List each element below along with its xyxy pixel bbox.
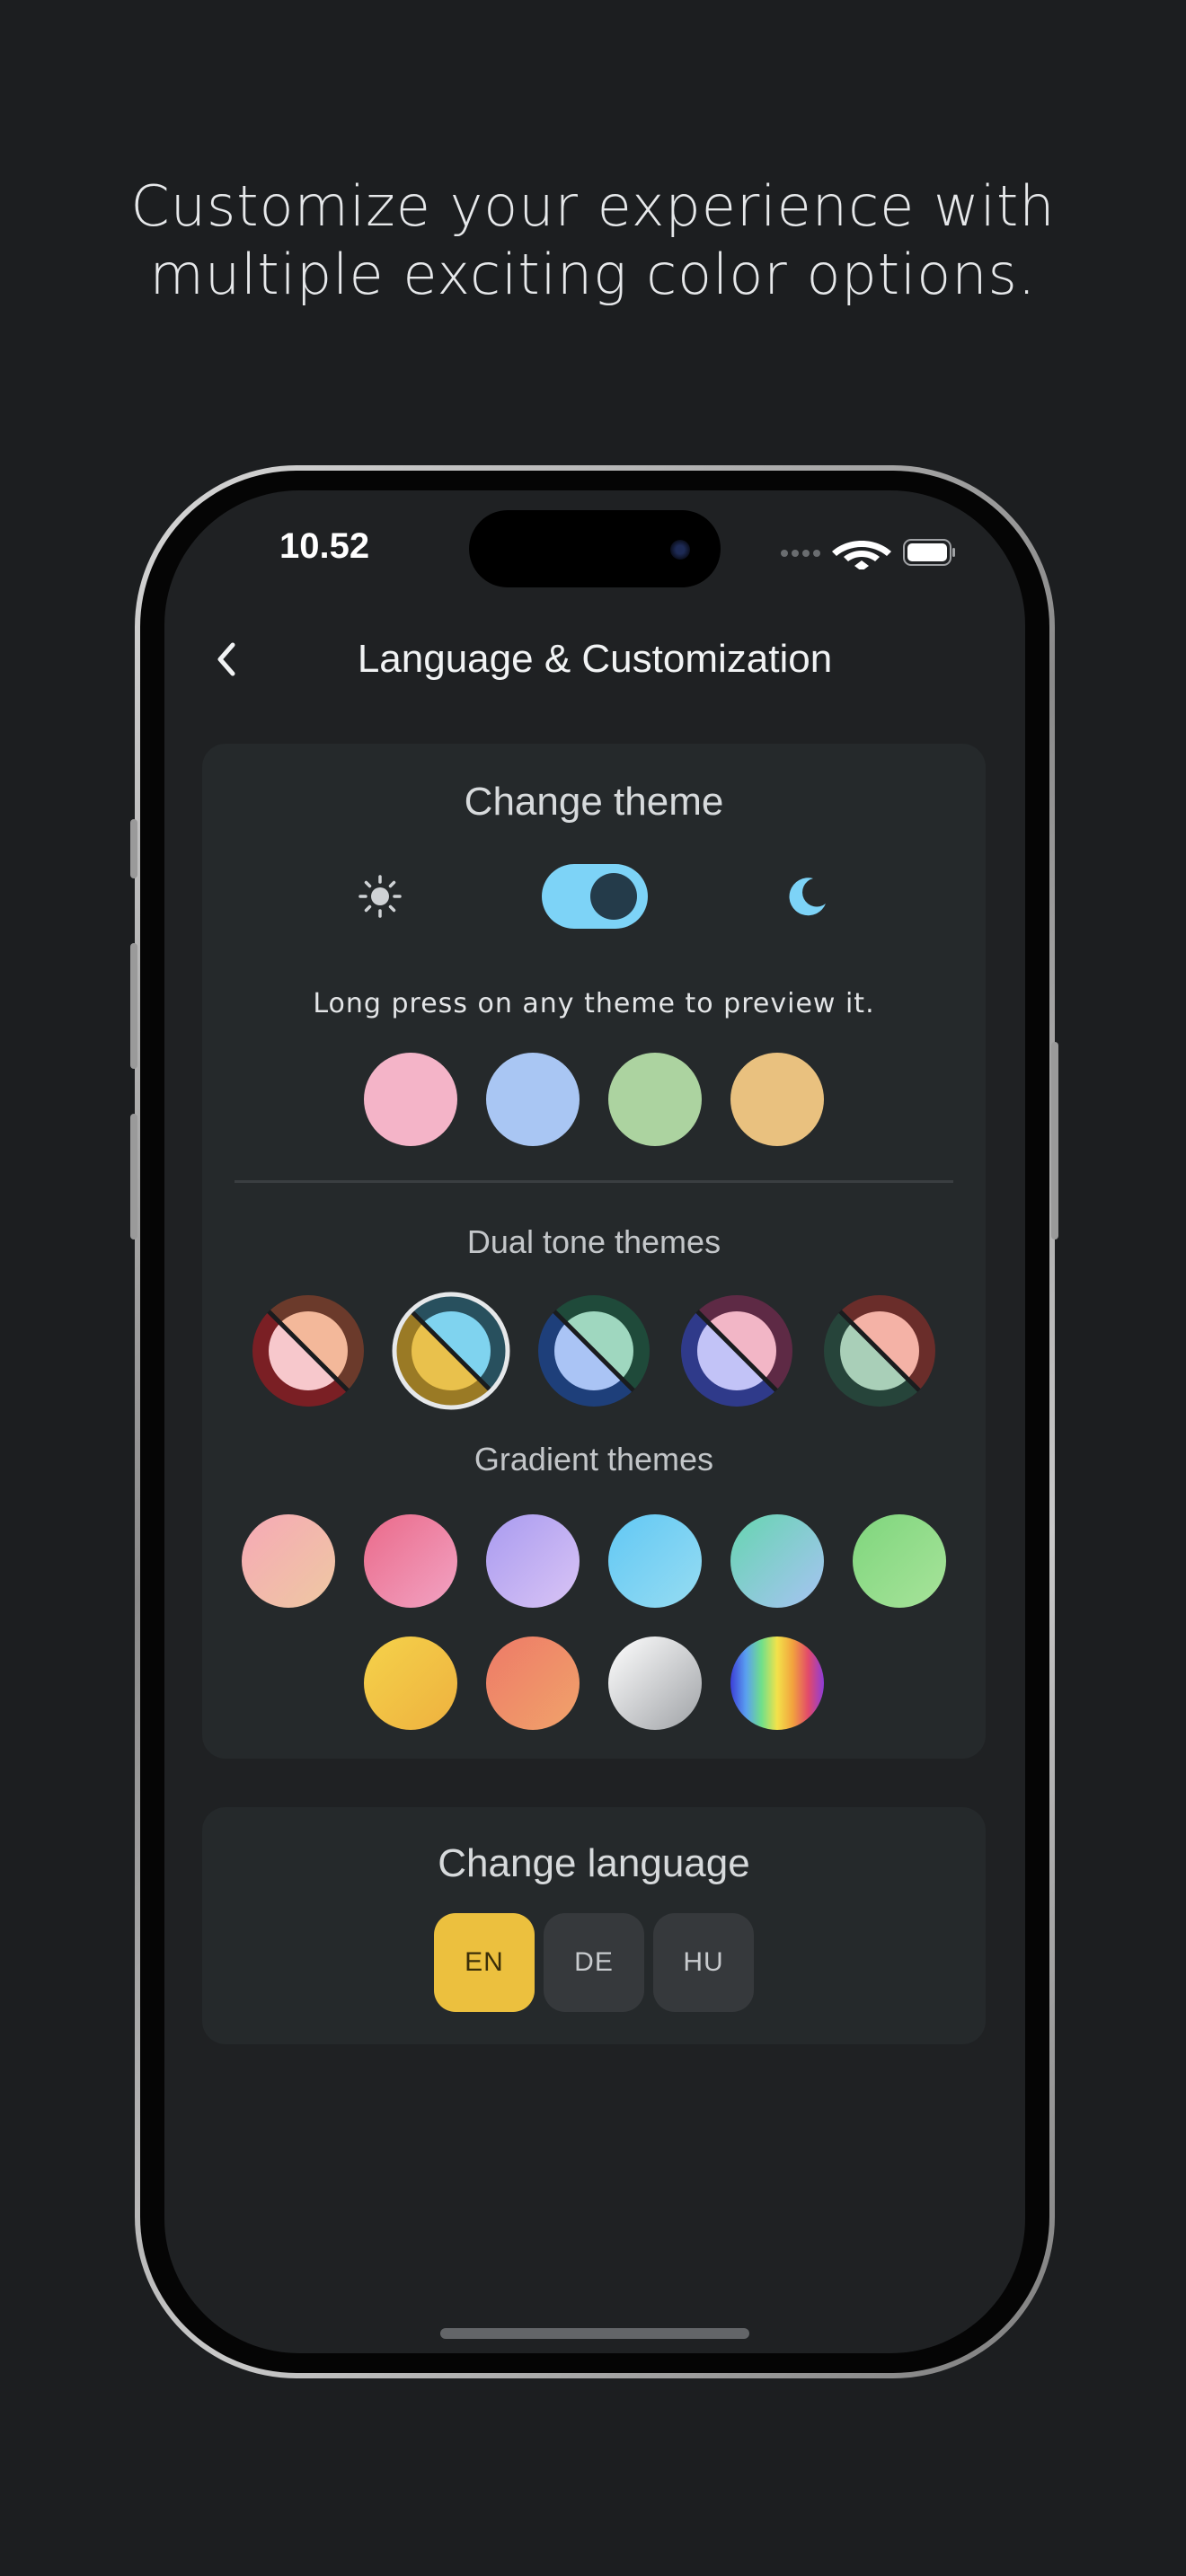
phone-volume-down-button	[130, 1114, 137, 1239]
promo-line-1: Customize your experience with	[130, 173, 1056, 239]
moon-icon[interactable]	[783, 871, 833, 922]
gradient-theme-swatch[interactable]	[608, 1636, 702, 1730]
gradient-theme-swatch[interactable]	[486, 1514, 580, 1608]
phone-action-button	[130, 819, 137, 878]
gradient-theme-swatch[interactable]	[486, 1636, 580, 1730]
promo-headline: Customize your experience with multiple …	[0, 172, 1186, 309]
phone-screen: 10.52 Language & Customization Change th…	[164, 490, 1025, 2353]
status-time: 10.52	[279, 526, 370, 566]
gradient-theme-swatch[interactable]	[730, 1636, 824, 1730]
phone-volume-up-button	[130, 943, 137, 1069]
solid-theme-swatch[interactable]	[608, 1053, 702, 1146]
dual-tone-theme-swatch[interactable]	[392, 1292, 510, 1410]
gradient-theme-swatch[interactable]	[364, 1514, 457, 1608]
language-option-en[interactable]: EN	[434, 1913, 535, 2012]
theme-card: Change theme Long press on any theme to …	[202, 744, 986, 1759]
dual-tone-title: Dual tone themes	[466, 1223, 721, 1260]
gradient-theme-swatch[interactable]	[853, 1514, 946, 1608]
gradient-theme-swatch[interactable]	[242, 1514, 335, 1608]
change-theme-title: Change theme	[464, 780, 724, 824]
solid-theme-swatch[interactable]	[730, 1053, 824, 1146]
dual-tone-theme-swatch[interactable]	[249, 1292, 367, 1410]
gradient-title: Gradient themes	[474, 1441, 714, 1478]
theme-divider	[235, 1180, 953, 1183]
phone-power-button	[1051, 1042, 1058, 1239]
change-language-title: Change language	[438, 1841, 750, 1885]
theme-preview-hint: Long press on any theme to preview it.	[313, 988, 875, 1019]
solid-theme-swatch[interactable]	[486, 1053, 580, 1146]
status-icons	[781, 539, 955, 569]
home-indicator	[440, 2328, 749, 2339]
gradient-theme-swatch[interactable]	[608, 1514, 702, 1608]
toggle-knob	[590, 873, 637, 920]
front-camera	[670, 540, 690, 560]
dual-tone-theme-swatch[interactable]	[677, 1292, 796, 1410]
language-card: Change language EN DE HU	[202, 1807, 986, 2044]
dual-tone-theme-swatch[interactable]	[820, 1292, 939, 1410]
language-option-de[interactable]: DE	[544, 1913, 644, 2012]
wifi-icon	[832, 541, 891, 569]
promo-line-2: multiple exciting color options.	[149, 242, 1037, 307]
theme-mode-toggle[interactable]	[542, 864, 648, 929]
signal-dots-icon	[781, 550, 820, 557]
language-option-hu[interactable]: HU	[653, 1913, 754, 2012]
gradient-theme-swatch[interactable]	[730, 1514, 824, 1608]
solid-theme-swatch[interactable]	[364, 1053, 457, 1146]
dual-tone-theme-swatch[interactable]	[535, 1292, 653, 1410]
sun-icon[interactable]	[355, 871, 405, 922]
battery-icon	[903, 539, 955, 566]
page-title: Language & Customization	[357, 637, 833, 681]
gradient-theme-swatch[interactable]	[364, 1636, 457, 1730]
